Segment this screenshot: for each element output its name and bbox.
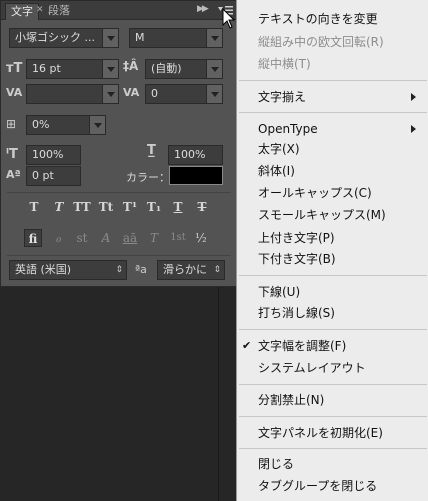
font-size-value: 16 pt	[32, 62, 61, 75]
horizontal-scale-value: 100%	[174, 148, 206, 161]
vertical-scale-value: 100%	[32, 148, 64, 161]
menu-separator	[239, 112, 427, 113]
horizontal-scale-icon: T̲	[147, 143, 156, 158]
menu-separator	[239, 80, 427, 81]
menu-item-small-caps[interactable]: スモールキャップス(M)	[258, 208, 386, 222]
strikethrough-button[interactable]: T	[193, 200, 211, 214]
submenu-arrow-icon	[411, 93, 416, 101]
fractions-button[interactable]: ½	[192, 229, 210, 247]
chevron-down-icon	[102, 29, 118, 47]
antialias-select[interactable]: 滑らかに ⇕	[157, 260, 225, 280]
kerning-field[interactable]	[26, 84, 119, 104]
menu-item-reset-character-panel[interactable]: 文字パネルを初期化(E)	[258, 426, 383, 440]
menu-item-close-tab-group[interactable]: タブグループを閉じる	[258, 479, 377, 493]
titling-alternates-button[interactable]: T	[145, 229, 163, 247]
contextual-alternates-button[interactable]: st	[73, 229, 91, 247]
color-label: カラー：	[126, 171, 170, 184]
font-family-select[interactable]: 小塚ゴシック ...	[9, 28, 119, 48]
divider	[7, 192, 231, 193]
menu-item-all-caps[interactable]: オールキャップス(C)	[258, 186, 372, 200]
menu-separator	[239, 275, 427, 276]
swash-button[interactable]: A	[97, 229, 115, 247]
menu-separator	[239, 448, 427, 449]
kerning-icon: VA	[6, 86, 23, 99]
faux-bold-button[interactable]: T	[25, 200, 43, 214]
font-family-value: 小塚ゴシック ...	[15, 31, 95, 44]
font-style-value: M	[135, 31, 145, 44]
collapse-panel-icon[interactable]: ▶▶	[197, 4, 209, 14]
menu-item-mojisoroe[interactable]: 文字揃え	[258, 90, 306, 104]
font-size-icon: ᴛT	[6, 61, 23, 76]
menu-item-superscript[interactable]: 上付き文字(P)	[258, 231, 335, 245]
ligature-button[interactable]: fi	[24, 229, 42, 247]
checkmark-icon: ✔	[242, 339, 252, 352]
chevron-down-icon	[102, 85, 118, 103]
leading-field[interactable]: (自動)	[145, 59, 223, 79]
font-style-select[interactable]: M	[129, 28, 223, 48]
chevron-down-icon	[206, 29, 222, 47]
menu-item-tate-chu-yoko: 縦中横(T)	[258, 57, 311, 71]
tab-character[interactable]: 文字	[5, 3, 39, 20]
tracking-value: 0	[151, 87, 158, 100]
chevron-down-icon	[89, 116, 105, 134]
character-panel: 文字 ✕ 段落 ▶▶ 小塚ゴシック ... M ᴛT 16 pt ‡Â (自動)…	[0, 0, 238, 287]
mouse-pointer-icon	[222, 8, 236, 29]
chevron-down-icon	[206, 85, 222, 103]
tsume-value: 0%	[32, 118, 50, 131]
menu-item-faux-bold[interactable]: 太字(X)	[258, 142, 300, 156]
menu-item-fractional-widths[interactable]: 文字幅を調整(F)	[258, 339, 346, 353]
menu-item-faux-italic[interactable]: 斜体(I)	[258, 164, 295, 178]
divider	[7, 255, 231, 256]
language-value: 英語 (米国)	[15, 263, 72, 276]
menu-separator	[239, 416, 427, 417]
small-caps-button[interactable]: Tt	[96, 200, 116, 214]
panel-flyout-menu: テキストの向きを変更 縦組み中の欧文回転(R) 縦中横(T) 文字揃え Open…	[236, 0, 428, 501]
antialias-value: 滑らかに	[163, 263, 207, 276]
tab-paragraph[interactable]: 段落	[43, 3, 75, 20]
ordinals-button[interactable]: 1st	[167, 229, 189, 247]
chevron-down-icon	[102, 60, 118, 78]
menu-item-underline[interactable]: 下線(U)	[258, 285, 300, 299]
menu-item-close[interactable]: 閉じる	[258, 457, 294, 471]
menu-item-system-layout[interactable]: システムレイアウト	[258, 361, 366, 375]
tracking-icon: VA	[123, 86, 140, 99]
discretionary-ligature-button[interactable]: ℴ	[49, 229, 67, 247]
all-caps-button[interactable]: TT	[72, 200, 92, 214]
faux-italic-button[interactable]: T	[50, 200, 68, 214]
menu-item-subscript[interactable]: 下付き文字(B)	[258, 252, 336, 266]
chevron-updown-icon: ⇕	[115, 265, 123, 275]
baseline-shift-field[interactable]: 0 pt	[26, 166, 81, 186]
superscript-button[interactable]: T¹	[121, 200, 139, 214]
menu-separator	[239, 329, 427, 330]
leading-icon: ‡Â	[123, 59, 139, 73]
baseline-shift-value: 0 pt	[32, 169, 54, 182]
subscript-button[interactable]: T₁	[145, 200, 163, 214]
baseline-shift-icon: Aª	[6, 168, 21, 181]
underline-button[interactable]: T	[169, 200, 187, 214]
submenu-arrow-icon	[411, 125, 416, 133]
tsume-icon: ⊞	[6, 117, 17, 131]
menu-separator	[239, 384, 427, 385]
vertical-scale-field[interactable]: 100%	[26, 145, 81, 165]
tsume-field[interactable]: 0%	[26, 115, 106, 135]
tab-bar: 文字 ✕ 段落 ▶▶	[1, 1, 237, 20]
color-swatch[interactable]	[169, 166, 223, 185]
antialias-icon: ªa	[135, 263, 147, 276]
menu-item-no-break[interactable]: 分割禁止(N)	[258, 393, 324, 407]
leading-value: (自動)	[151, 62, 182, 75]
menu-item-strikethrough[interactable]: 打ち消し線(S)	[258, 306, 335, 320]
chevron-updown-icon: ⇕	[213, 265, 221, 275]
menu-item-opentype[interactable]: OpenType	[258, 122, 318, 136]
chevron-down-icon	[206, 60, 222, 78]
stylistic-alternates-button[interactable]: aā	[119, 229, 141, 247]
screen: 文字 ✕ 段落 ▶▶ 小塚ゴシック ... M ᴛT 16 pt ‡Â (自動)…	[0, 0, 428, 501]
font-size-field[interactable]: 16 pt	[26, 59, 119, 79]
vertical-scale-icon: ᴵT	[6, 147, 18, 162]
tracking-field[interactable]: 0	[145, 84, 223, 104]
horizontal-scale-field[interactable]: 100%	[168, 145, 223, 165]
menu-item-change-text-orientation[interactable]: テキストの向きを変更	[258, 12, 378, 26]
menu-item-rotate-roman: 縦組み中の欧文回転(R)	[258, 35, 384, 49]
language-select[interactable]: 英語 (米国) ⇕	[9, 260, 127, 280]
